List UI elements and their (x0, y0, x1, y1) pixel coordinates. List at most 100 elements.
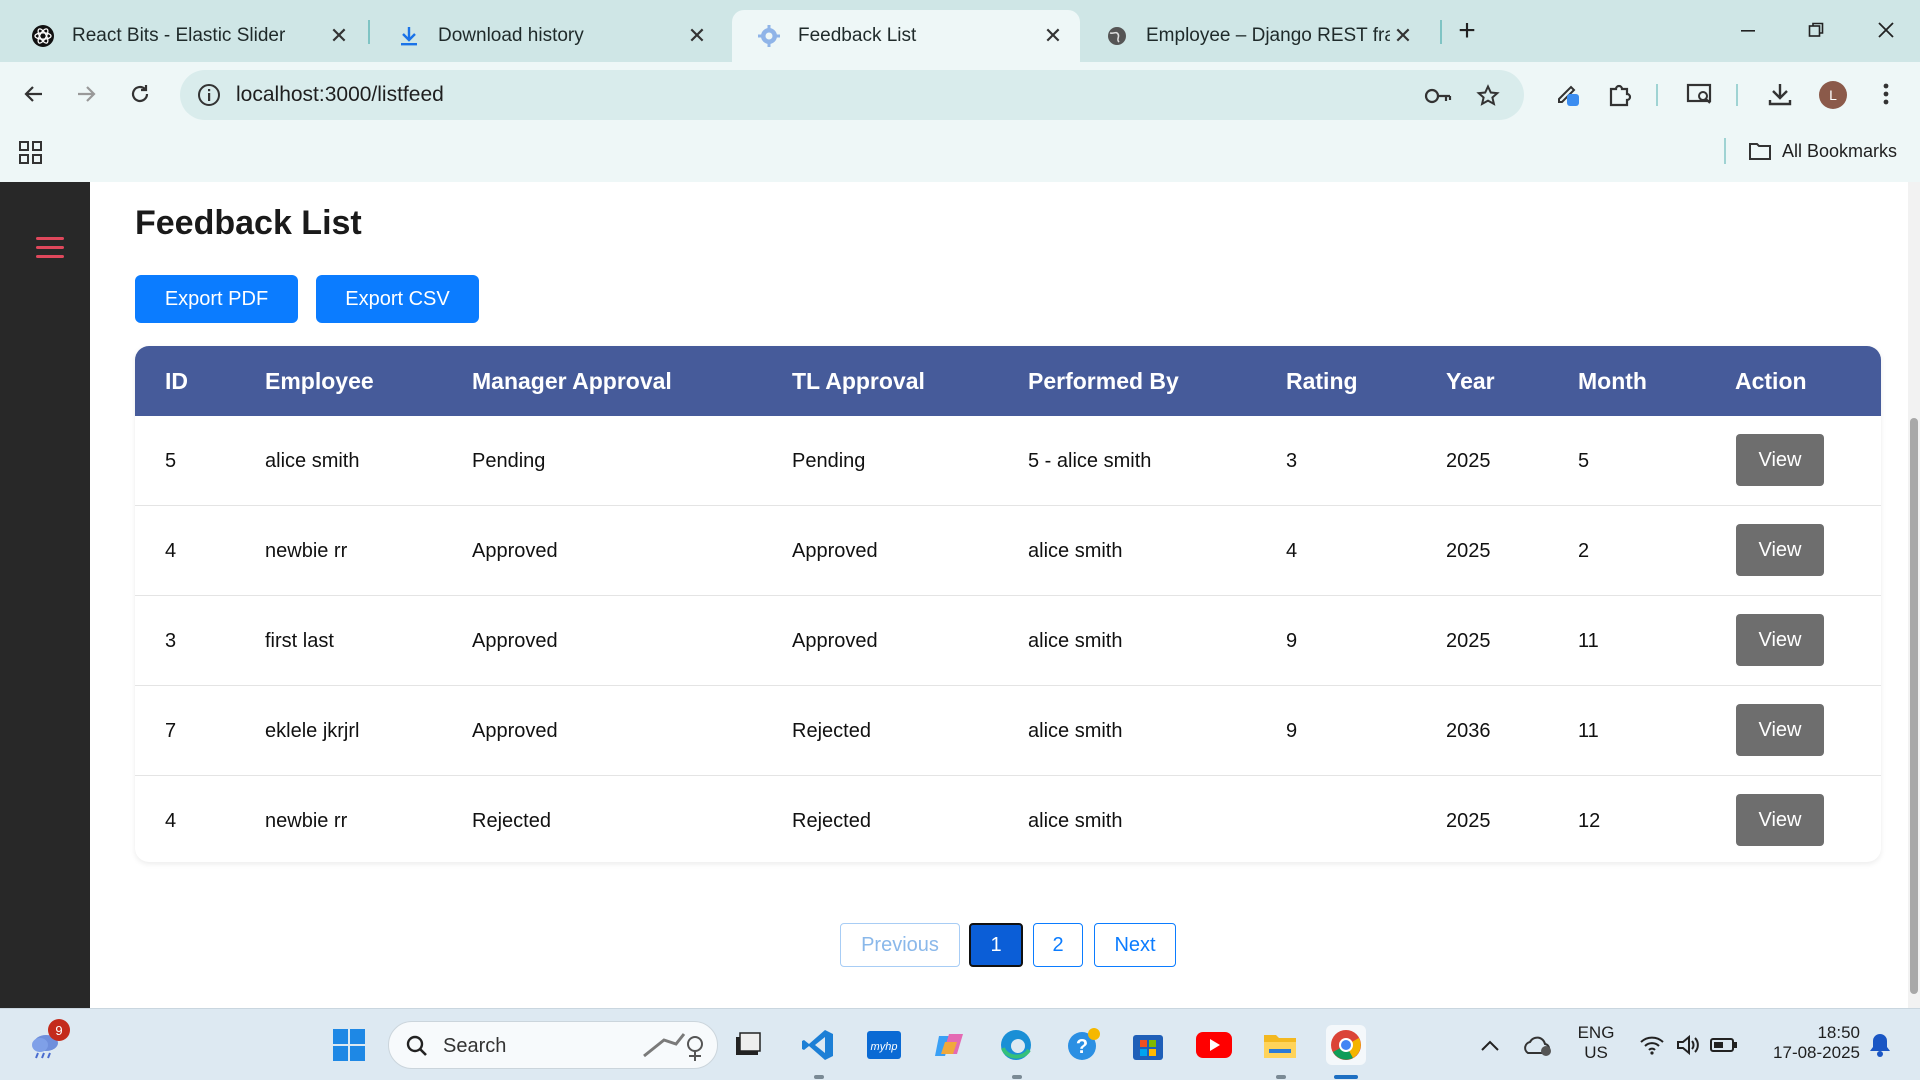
cell-rating: 9 (1286, 630, 1298, 652)
vscode-icon[interactable] (798, 1025, 838, 1065)
tab-feedback-list[interactable]: Feedback List ✕ (732, 10, 1080, 62)
cell-month: 11 (1578, 630, 1599, 652)
cell-employee: eklele jkrjrl (265, 720, 360, 742)
export-csv-button[interactable]: Export CSV (316, 275, 479, 323)
apps-grid-icon[interactable] (18, 140, 44, 166)
new-tab-button[interactable]: + (1452, 14, 1482, 48)
wifi-icon[interactable] (1632, 1025, 1672, 1065)
tab-react-bits[interactable]: React Bits - Elastic Slider ✕ (6, 10, 366, 62)
tab-divider (368, 20, 370, 44)
copilot-icon[interactable] (930, 1025, 970, 1065)
cell-month: 11 (1578, 720, 1599, 742)
pagination-page-1[interactable]: 1 (969, 923, 1023, 967)
profile-avatar[interactable]: L (1819, 81, 1847, 109)
scrollbar-thumb[interactable] (1910, 418, 1918, 994)
battery-icon[interactable] (1704, 1025, 1744, 1065)
restore-icon[interactable] (1796, 12, 1836, 48)
reload-icon[interactable] (120, 74, 160, 114)
table-row: 3 first last Approved Approved alice smi… (135, 596, 1881, 686)
back-icon[interactable] (14, 74, 54, 114)
microsoft-store-icon[interactable] (1128, 1025, 1168, 1065)
edge-icon[interactable] (996, 1025, 1036, 1065)
password-key-icon[interactable] (1424, 82, 1452, 110)
cell-year: 2025 (1446, 630, 1491, 652)
search-highlight-icon (639, 1026, 709, 1071)
downloads-icon[interactable] (1760, 74, 1800, 114)
cell-id: 4 (165, 810, 177, 832)
close-tab-icon[interactable]: ✕ (1040, 23, 1066, 49)
address-bar[interactable]: localhost:3000/listfeed (180, 70, 1524, 120)
page-scrollbar[interactable] (1908, 182, 1920, 1008)
menu-kebab-icon[interactable] (1866, 74, 1906, 114)
pagination-previous-button[interactable]: Previous (840, 923, 960, 967)
tab-download-history[interactable]: Download history ✕ (372, 10, 724, 62)
view-button[interactable]: View (1736, 794, 1824, 846)
language-indicator[interactable]: ENG US (1576, 1023, 1616, 1063)
clock[interactable]: 18:50 17-08-2025 (1752, 1023, 1860, 1063)
download-icon (396, 23, 422, 49)
url-text[interactable]: localhost:3000/listfeed (236, 83, 444, 107)
close-tab-icon[interactable]: ✕ (684, 23, 710, 49)
cell-year: 2025 (1446, 450, 1491, 472)
cell-performed-by: alice smith (1028, 810, 1123, 832)
region-code: US (1584, 1043, 1608, 1062)
table-row: 4 newbie rr Rejected Rejected alice smit… (135, 776, 1881, 862)
cell-employee: first last (265, 630, 334, 652)
tab-search-icon[interactable] (1680, 74, 1720, 114)
cell-rating: 9 (1286, 720, 1298, 742)
view-button[interactable]: View (1736, 524, 1824, 576)
view-button[interactable]: View (1736, 704, 1824, 756)
cell-employee: newbie rr (265, 810, 348, 832)
cell-performed-by: 5 - alice smith (1028, 450, 1152, 472)
pagination-next-button[interactable]: Next (1094, 923, 1176, 967)
cell-manager-approval: Pending (472, 450, 546, 472)
toolbar-divider (1736, 84, 1738, 106)
volume-icon[interactable] (1668, 1025, 1708, 1065)
all-bookmarks-button[interactable]: All Bookmarks (1748, 138, 1897, 164)
cell-month: 2 (1578, 540, 1590, 562)
pen-extension-icon[interactable] (1548, 74, 1588, 114)
close-tab-icon[interactable]: ✕ (1390, 23, 1416, 49)
taskbar-search-box[interactable]: Search (388, 1021, 718, 1069)
export-pdf-button[interactable]: Export PDF (135, 275, 298, 323)
cell-rating: 4 (1286, 540, 1298, 562)
column-header-manager-approval: Manager Approval (472, 368, 672, 394)
cell-tl-approval: Pending (792, 450, 866, 472)
clock-date: 17-08-2025 (1773, 1043, 1860, 1062)
windows-start-icon[interactable] (329, 1025, 369, 1065)
active-indicator (1334, 1075, 1358, 1079)
pagination-page-2[interactable]: 2 (1033, 923, 1083, 967)
windows-taskbar: 9 Search myhp ? ENG US 18:50 17-08-2025 (0, 1008, 1920, 1080)
notification-bell-icon[interactable] (1860, 1025, 1900, 1065)
running-indicator (1012, 1075, 1022, 1079)
browser-tab-strip: React Bits - Elastic Slider ✕ Download h… (0, 0, 1920, 62)
onedrive-icon[interactable] (1518, 1025, 1558, 1065)
forward-icon[interactable] (66, 74, 106, 114)
youtube-icon[interactable] (1194, 1025, 1234, 1065)
task-view-icon[interactable] (728, 1025, 768, 1065)
minimize-icon[interactable] (1728, 12, 1768, 48)
hamburger-menu-icon[interactable] (36, 237, 64, 259)
help-icon[interactable]: ? (1064, 1025, 1104, 1065)
chrome-icon[interactable] (1326, 1025, 1366, 1065)
tab-employee-django[interactable]: Employee – Django REST frame ✕ (1080, 10, 1430, 62)
site-info-icon[interactable] (196, 82, 222, 108)
extensions-puzzle-icon[interactable] (1600, 74, 1640, 114)
table-header: ID Employee Manager Approval TL Approval… (135, 346, 1881, 416)
view-button[interactable]: View (1736, 434, 1824, 486)
bookmark-star-icon[interactable] (1474, 82, 1502, 110)
close-window-icon[interactable] (1866, 12, 1906, 48)
search-placeholder: Search (443, 1035, 507, 1057)
myhp-icon[interactable]: myhp (864, 1025, 904, 1065)
close-tab-icon[interactable]: ✕ (326, 23, 352, 49)
chevron-up-icon[interactable] (1470, 1025, 1510, 1065)
tab-label: Feedback List (798, 25, 917, 46)
page-viewport: Feedback List Export PDF Export CSV ID E… (0, 182, 1920, 1008)
svg-text:myhp: myhp (871, 1041, 898, 1053)
column-header-month: Month (1578, 368, 1647, 394)
view-button[interactable]: View (1736, 614, 1824, 666)
browser-toolbar: localhost:3000/listfeed L (0, 62, 1920, 126)
cell-performed-by: alice smith (1028, 540, 1123, 562)
file-explorer-icon[interactable] (1260, 1025, 1300, 1065)
bookmarks-divider (1724, 138, 1726, 164)
